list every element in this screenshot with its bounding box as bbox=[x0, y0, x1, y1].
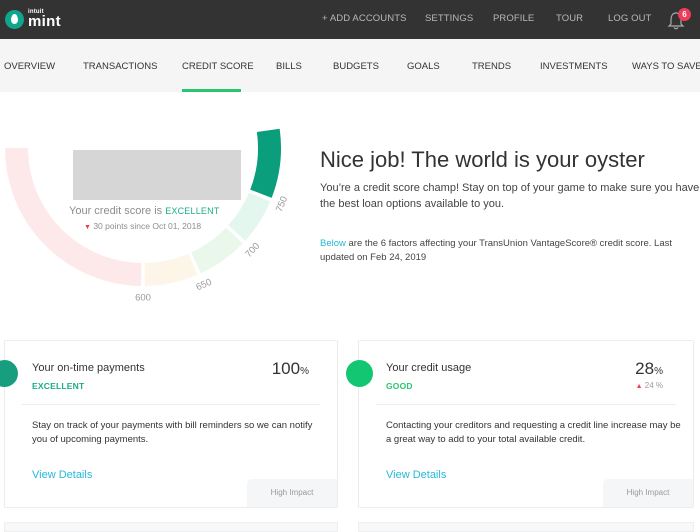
tab-bills[interactable]: BILLS bbox=[276, 61, 302, 72]
factors-note-text: are the 6 factors affecting your TransUn… bbox=[320, 238, 673, 263]
gauge-tick-label: 650 bbox=[195, 277, 214, 293]
gauge-tick-label: 700 bbox=[243, 241, 262, 260]
top-bar: intuit mint + ADD ACCOUNTS SETTINGS PROF… bbox=[0, 0, 700, 39]
hero-subtitle: You’re a credit score champ! Stay on top… bbox=[320, 182, 700, 210]
factor-card-next[interactable] bbox=[4, 522, 338, 532]
impact-badge: High Impact bbox=[247, 479, 337, 507]
factor-card-credit-usage[interactable]: Your credit usage GOOD 28% ▲ 24 % Contac… bbox=[358, 340, 694, 508]
factor-value-unit: % bbox=[654, 366, 663, 377]
factor-description: Stay on track of your payments with bill… bbox=[32, 420, 313, 445]
up-arrow-icon: ▲ bbox=[635, 383, 643, 390]
tab-investments[interactable]: INVESTMENTS bbox=[540, 61, 608, 72]
factor-value-number: 100 bbox=[271, 359, 301, 378]
impact-badge: High Impact bbox=[603, 479, 693, 507]
tab-goals[interactable]: GOALS bbox=[407, 61, 440, 72]
factor-value-number: 28 bbox=[635, 359, 655, 378]
factors-note: Below are the 6 factors affecting your T… bbox=[320, 237, 700, 264]
card-divider bbox=[22, 404, 320, 405]
mint-logo[interactable]: intuit mint bbox=[5, 9, 61, 29]
factor-card-payments[interactable]: Your on-time payments EXCELLENT 100% Sta… bbox=[4, 340, 338, 508]
settings-link[interactable]: SETTINGS bbox=[425, 13, 473, 24]
factor-title: Your on-time payments bbox=[32, 362, 145, 374]
card-divider bbox=[376, 404, 676, 405]
factor-delta: ▲ 24 % bbox=[636, 381, 663, 390]
tour-link[interactable]: TOUR bbox=[556, 13, 583, 24]
score-change: ▼ 30 points since Oct 01, 2018 bbox=[84, 221, 201, 231]
profile-link[interactable]: PROFILE bbox=[493, 13, 534, 24]
factor-delta-value: 24 % bbox=[644, 381, 663, 390]
score-summary: Your credit score is EXCELLENT bbox=[69, 205, 220, 217]
gauge-segment bbox=[191, 227, 243, 274]
factor-card-next[interactable] bbox=[358, 522, 694, 532]
factor-value: 100% bbox=[272, 359, 309, 379]
gauge-segment bbox=[250, 128, 281, 198]
gauge-tick-label: 750 bbox=[274, 195, 290, 214]
tab-transactions[interactable]: TRANSACTIONS bbox=[83, 61, 157, 72]
add-accounts-link[interactable]: + ADD ACCOUNTS bbox=[322, 13, 407, 24]
logout-link[interactable]: LOG OUT bbox=[608, 13, 651, 24]
tab-credit-score[interactable]: CREDIT SCORE bbox=[182, 61, 254, 72]
below-link[interactable]: Below bbox=[320, 238, 346, 249]
factor-status: EXCELLENT bbox=[32, 381, 85, 391]
score-placeholder bbox=[73, 150, 241, 200]
status-dot bbox=[346, 360, 373, 387]
view-details-link[interactable]: View Details bbox=[386, 469, 446, 481]
tab-overview[interactable]: OVERVIEW bbox=[4, 61, 55, 72]
factor-description: Contacting your creditors and requesting… bbox=[386, 420, 681, 445]
gauge-segment bbox=[144, 253, 198, 286]
logo-name: mint bbox=[28, 13, 61, 30]
page-title: Nice job! The world is your oyster bbox=[320, 147, 645, 172]
notification-badge[interactable]: 6 bbox=[678, 8, 691, 21]
view-details-link[interactable]: View Details bbox=[32, 469, 92, 481]
down-arrow-icon: ▼ bbox=[84, 224, 91, 231]
factor-status: GOOD bbox=[386, 381, 413, 391]
tab-ways-to-save[interactable]: WAYS TO SAVE bbox=[632, 61, 700, 72]
droplet-icon bbox=[5, 9, 24, 29]
score-status: EXCELLENT bbox=[165, 206, 220, 216]
factor-value-unit: % bbox=[300, 366, 309, 377]
factor-title: Your credit usage bbox=[386, 362, 472, 374]
tab-trends[interactable]: TRENDS bbox=[472, 61, 511, 72]
score-prefix: Your credit score is bbox=[69, 205, 163, 217]
factor-value: 28% bbox=[635, 359, 663, 379]
section-tabs: OVERVIEW TRANSACTIONS CREDIT SCORE BILLS… bbox=[0, 39, 700, 92]
tab-budgets[interactable]: BUDGETS bbox=[333, 61, 379, 72]
gauge-tick-label: 600 bbox=[135, 293, 151, 304]
score-change-text: 30 points since Oct 01, 2018 bbox=[93, 221, 202, 231]
